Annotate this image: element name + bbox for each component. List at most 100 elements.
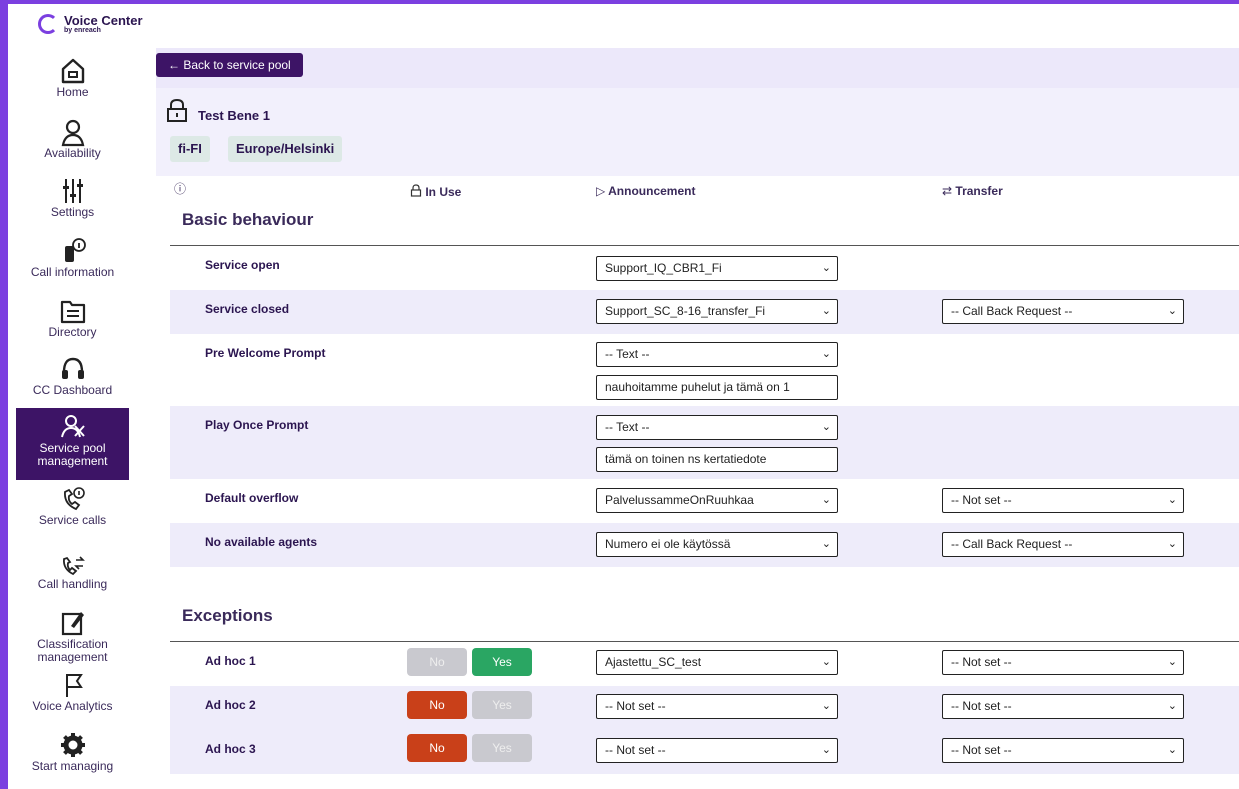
transfer-header: ⇄ Transfer: [942, 184, 1003, 198]
chevron-down-icon: ⌄: [1167, 656, 1177, 668]
app-title: Voice Center: [64, 13, 143, 28]
sidebar-item-label: Home: [56, 85, 89, 99]
sidebar-item-label: Settings: [50, 205, 95, 219]
chevron-down-icon: ⌄: [821, 700, 831, 712]
logo-icon: [38, 14, 58, 34]
sidebar-item-start-managing[interactable]: Start managing: [16, 730, 129, 786]
announcement-select[interactable]: -- Not set -- ⌄: [596, 738, 838, 763]
announcement-select[interactable]: -- Not set -- ⌄: [596, 694, 838, 719]
sidebar-item-label: Voice Analytics: [32, 699, 113, 713]
back-strip: ← Back to service pool: [156, 48, 1239, 88]
logo[interactable]: Voice Center by enreach: [38, 14, 143, 34]
sidebar-item-availability[interactable]: Availability: [16, 117, 129, 173]
prompt-text-input[interactable]: tämä on toinen ns kertatiedote: [596, 447, 838, 472]
transfer-label: Transfer: [955, 184, 1003, 198]
in-use-yes-toggle[interactable]: Yes: [472, 734, 532, 762]
top-bar: Voice Center by enreach: [8, 4, 1239, 48]
transfer-select[interactable]: -- Not set -- ⌄: [942, 650, 1184, 675]
lock-icon: [410, 184, 422, 197]
sidebar-item-voice-analytics[interactable]: Voice Analytics: [16, 670, 129, 726]
transfer-icon: ⇄: [942, 184, 953, 198]
transfer-select[interactable]: -- Call Back Request -- ⌄: [942, 299, 1184, 324]
prompt-text-input[interactable]: nauhoitamme puhelut ja tämä on 1: [596, 375, 838, 400]
transfer-select[interactable]: -- Not set -- ⌄: [942, 694, 1184, 719]
chevron-down-icon: ⌄: [821, 348, 831, 360]
sidebar-item-service-pool-management[interactable]: Service pool management: [16, 408, 129, 480]
announcement-select[interactable]: Support_SC_8-16_transfer_Fi ⌄: [596, 299, 838, 324]
in-use-yes-toggle[interactable]: Yes: [472, 648, 532, 676]
sidebar: Home Availability Settings Call informat…: [8, 48, 130, 789]
pool-header: [156, 88, 1239, 176]
basic-behaviour-title: Basic behaviour: [182, 210, 314, 229]
sidebar-item-directory[interactable]: Directory: [16, 296, 129, 352]
sidebar-item-label: Service pool management: [37, 441, 108, 468]
chevron-down-icon: ⌄: [821, 656, 831, 668]
sidebar-item-service-calls[interactable]: Service calls: [16, 484, 129, 540]
phone-info-icon: [64, 238, 86, 262]
chevron-down-icon: ⌄: [821, 262, 831, 274]
lock-icon: [167, 98, 187, 122]
in-use-no-toggle[interactable]: No: [407, 648, 467, 676]
chevron-down-icon: ⌄: [1167, 494, 1177, 506]
sidebar-item-call-handling[interactable]: Call handling: [16, 554, 129, 606]
transfer-select[interactable]: -- Not set -- ⌄: [942, 488, 1184, 513]
sidebar-item-call-information[interactable]: Call information: [16, 236, 129, 292]
announcement-header: ▷ Announcement: [596, 184, 695, 198]
row-label: Service open: [205, 258, 280, 272]
in-use-label: In Use: [425, 185, 462, 199]
chevron-down-icon: ⌄: [1167, 744, 1177, 756]
row-label: No available agents: [205, 535, 318, 549]
announcement-select[interactable]: Numero ei ole käytössä ⌄: [596, 532, 838, 557]
row-label: Pre Welcome Prompt: [205, 346, 326, 360]
sidebar-item-label: Start managing: [31, 759, 114, 773]
app-subtitle: by enreach: [64, 27, 101, 34]
sidebar-item-home[interactable]: Home: [16, 56, 129, 116]
chevron-down-icon: ⌄: [1167, 305, 1177, 317]
row-label: Ad hoc 1: [205, 654, 256, 668]
in-use-no-toggle[interactable]: No: [407, 691, 467, 719]
flag-icon: [65, 674, 83, 697]
user-icon: [61, 119, 84, 147]
info-icon[interactable]: ⓘ: [174, 180, 186, 197]
row-label: Service closed: [205, 302, 290, 316]
sidebar-item-classification-management[interactable]: Classification management: [16, 608, 129, 670]
chevron-down-icon: ⌄: [1167, 538, 1177, 550]
row-label: Ad hoc 2: [205, 698, 256, 712]
play-icon: ▷: [596, 184, 606, 198]
edit-note-icon: [61, 612, 84, 636]
headset-icon: [61, 357, 84, 379]
folder-icon: [60, 300, 85, 324]
chevron-down-icon: ⌄: [821, 494, 831, 506]
phone-transfer-icon: [62, 556, 85, 576]
transfer-select[interactable]: -- Not set -- ⌄: [942, 738, 1184, 763]
announcement-select[interactable]: Support_IQ_CBR1_Fi ⌄: [596, 256, 838, 281]
row-label: Ad hoc 3: [205, 742, 256, 756]
exceptions-title: Exceptions: [182, 606, 273, 625]
in-use-no-toggle[interactable]: No: [407, 734, 467, 762]
announcement-select[interactable]: Ajastettu_SC_test ⌄: [596, 650, 838, 675]
pool-title: Test Bene 1: [198, 108, 271, 123]
row-label: Default overflow: [205, 491, 299, 505]
sidebar-item-label: Availability: [44, 146, 101, 160]
chevron-down-icon: ⌄: [821, 421, 831, 433]
users-icon: [60, 415, 85, 438]
announcement-select[interactable]: PalvelussammeOnRuuhkaa ⌄: [596, 488, 838, 513]
sidebar-item-label: CC Dashboard: [32, 383, 113, 397]
home-icon: [61, 58, 84, 84]
sidebar-item-label: Service calls: [38, 513, 107, 527]
sidebar-item-settings[interactable]: Settings: [16, 176, 129, 232]
announcement-select[interactable]: -- Text -- ⌄: [596, 342, 838, 367]
timezone-tag: Europe/Helsinki: [228, 136, 343, 162]
announcement-select[interactable]: -- Text -- ⌄: [596, 415, 838, 440]
chevron-down-icon: ⌄: [821, 744, 831, 756]
chevron-down-icon: ⌄: [821, 305, 831, 317]
sidebar-item-cc-dashboard[interactable]: CC Dashboard: [16, 354, 129, 410]
sidebar-item-label: Directory: [48, 325, 97, 339]
sidebar-item-label: Call handling: [37, 577, 108, 591]
transfer-select[interactable]: -- Call Back Request -- ⌄: [942, 532, 1184, 557]
in-use-header: In Use: [410, 184, 461, 199]
sidebar-item-label: Call information: [30, 265, 115, 279]
back-to-service-pool-button[interactable]: ← Back to service pool: [156, 53, 303, 77]
in-use-yes-toggle[interactable]: Yes: [472, 691, 532, 719]
announcement-label: Announcement: [608, 184, 696, 198]
